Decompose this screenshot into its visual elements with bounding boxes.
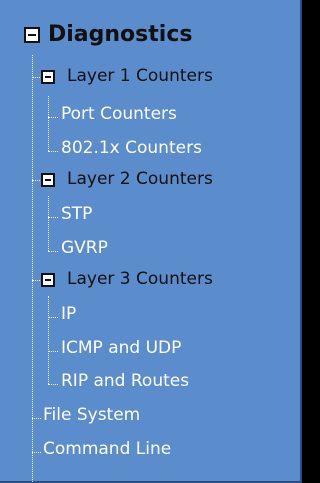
port-counters-branch-line <box>48 117 58 118</box>
tree-item-ip[interactable]: IP <box>61 306 76 323</box>
8021x-branch-line <box>48 151 58 152</box>
layer3-branch-line <box>32 280 40 281</box>
tree-item-icmp-udp[interactable]: ICMP and UDP <box>61 340 181 357</box>
tree-item-stp[interactable]: STP <box>61 206 92 223</box>
collapse-layer1-icon[interactable] <box>41 70 55 84</box>
ip-branch-line <box>48 317 58 318</box>
tree-item-rip-routes[interactable]: RIP and Routes <box>61 373 189 390</box>
layer2-connector <box>48 196 49 251</box>
layer3-connector <box>48 296 49 384</box>
gvrp-branch-line <box>48 251 58 252</box>
tree-item-port-counters[interactable]: Port Counters <box>61 106 177 123</box>
tree-item-gvrp[interactable]: GVRP <box>61 240 108 257</box>
tree-group-layer2[interactable]: Layer 2 Counters <box>67 171 213 188</box>
command-line-branch-line <box>32 452 41 453</box>
stp-branch-line <box>48 217 58 218</box>
collapse-diagnostics-icon[interactable] <box>24 27 40 43</box>
collapse-layer3-icon[interactable] <box>41 273 55 287</box>
diagnostics-tree: Diagnostics Layer 1 Counters Port Counte… <box>0 0 302 483</box>
tree-item-command-line[interactable]: Command Line <box>43 441 171 458</box>
tree-group-layer3[interactable]: Layer 3 Counters <box>67 271 213 288</box>
layer1-connector <box>48 96 49 151</box>
icmp-udp-branch-line <box>48 351 58 352</box>
tree-root-label[interactable]: Diagnostics <box>48 24 192 46</box>
tree-item-8021x-counters[interactable]: 802.1x Counters <box>61 140 202 157</box>
rip-routes-branch-line <box>48 384 58 385</box>
layer1-branch-line <box>32 77 40 78</box>
tree-item-file-system[interactable]: File System <box>43 407 140 424</box>
tree-group-layer1[interactable]: Layer 1 Counters <box>67 68 213 85</box>
layer2-branch-line <box>32 180 40 181</box>
file-system-branch-line <box>32 418 41 419</box>
collapse-layer2-icon[interactable] <box>41 173 55 187</box>
